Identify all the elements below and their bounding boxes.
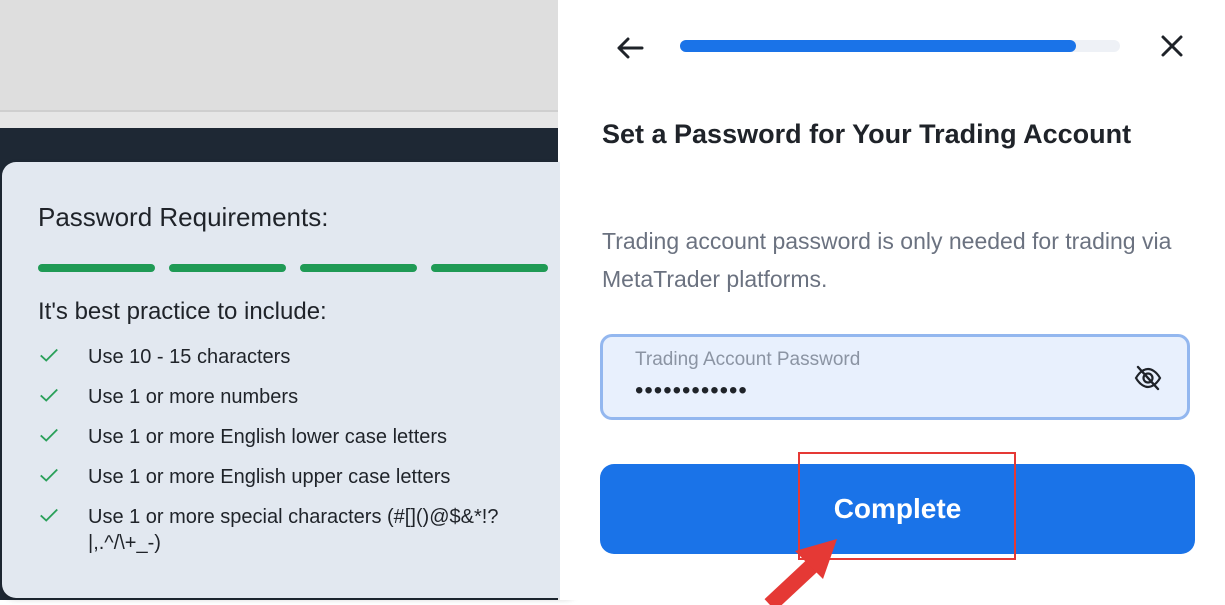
- requirements-list: Use 10 - 15 characters Use 1 or more num…: [38, 344, 558, 570]
- requirement-text: Use 1 or more special characters (#[]()@…: [88, 506, 499, 554]
- check-icon: [38, 424, 88, 448]
- background-header: [0, 0, 558, 110]
- requirement-text: Use 1 or more English lower case letters: [88, 426, 448, 448]
- requirement-item: Use 1 or more English upper case letters: [38, 464, 558, 490]
- password-requirements-popover: Password Requirements: It's best practic…: [2, 162, 579, 598]
- strength-segment: [300, 264, 417, 272]
- password-field-label: Trading Account Password: [635, 349, 861, 370]
- requirement-text: Use 1 or more numbers: [88, 386, 299, 408]
- close-icon[interactable]: [1154, 28, 1190, 64]
- requirement-text: Use 10 - 15 characters: [88, 346, 291, 368]
- check-icon: [38, 384, 88, 408]
- requirement-item: Use 10 - 15 characters: [38, 344, 558, 370]
- check-icon: [38, 504, 88, 528]
- check-icon: [38, 344, 88, 368]
- check-icon: [38, 464, 88, 488]
- popover-subtitle: It's best practice to include:: [38, 298, 327, 325]
- page-description: Trading account password is only needed …: [602, 228, 1172, 292]
- password-field[interactable]: Trading Account Password ••••••••••••: [600, 334, 1190, 420]
- background-strip: [0, 112, 558, 128]
- requirement-item: Use 1 or more special characters (#[]()@…: [38, 504, 558, 556]
- password-input[interactable]: ••••••••••••: [635, 377, 1095, 405]
- eye-off-icon[interactable]: [1133, 363, 1163, 393]
- password-strength-meter: [38, 264, 548, 272]
- requirement-text: Use 1 or more English upper case letters: [88, 466, 451, 488]
- requirement-item: Use 1 or more English lower case letters: [38, 424, 558, 450]
- arrow-left-icon[interactable]: [612, 30, 648, 66]
- complete-button[interactable]: Complete: [600, 464, 1195, 554]
- strength-segment: [38, 264, 155, 272]
- strength-segment: [169, 264, 286, 272]
- annotation-arrow-icon: [764, 539, 837, 605]
- requirement-item: Use 1 or more numbers: [38, 384, 558, 410]
- strength-segment: [431, 264, 548, 272]
- progress-bar: [680, 40, 1120, 52]
- password-setup-panel: Set a Password for Your Trading Account …: [560, 0, 1225, 600]
- progress-bar-fill: [680, 40, 1076, 52]
- popover-title: Password Requirements:: [38, 202, 329, 232]
- page-title: Set a Password for Your Trading Account: [602, 119, 1132, 149]
